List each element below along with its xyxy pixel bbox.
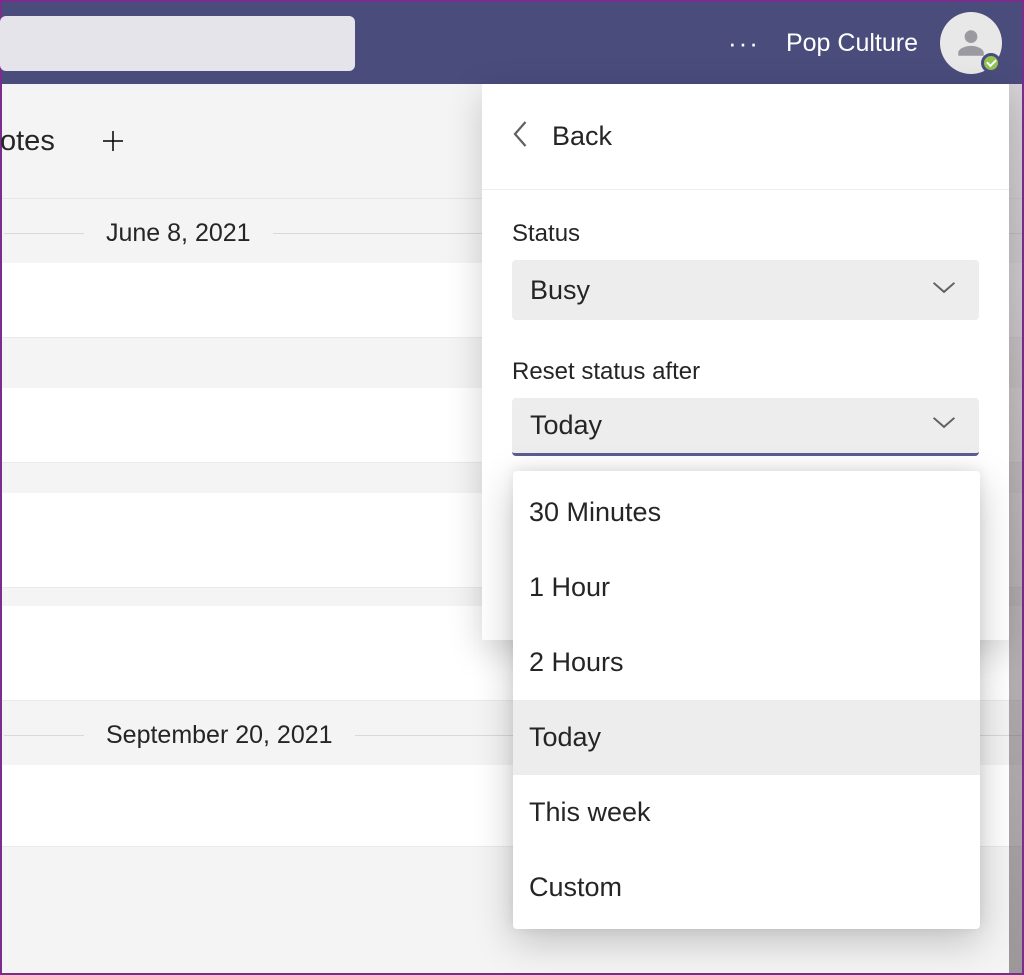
tab-notes[interactable]: otes — [0, 125, 55, 158]
status-select[interactable]: Busy — [512, 260, 979, 320]
background-image-edge — [1009, 84, 1022, 973]
reset-select-value: Today — [530, 410, 602, 441]
date-label: June 8, 2021 — [84, 219, 273, 248]
plus-icon — [98, 126, 128, 156]
reset-dropdown-list: 30 Minutes 1 Hour 2 Hours Today This wee… — [513, 471, 980, 929]
status-select-value: Busy — [530, 275, 590, 306]
reset-option-today[interactable]: Today — [513, 700, 980, 775]
chevron-left-icon — [512, 119, 530, 154]
status-field-label: Status — [512, 220, 979, 248]
date-label: September 20, 2021 — [84, 721, 355, 750]
chevron-down-icon — [931, 415, 957, 436]
reset-option-custom[interactable]: Custom — [513, 850, 980, 925]
search-input[interactable] — [0, 16, 355, 71]
tenant-label[interactable]: Pop Culture — [786, 29, 918, 58]
reset-option-2-hours[interactable]: 2 Hours — [513, 625, 980, 700]
ellipsis-icon: ··· — [728, 28, 760, 59]
reset-option-1-hour[interactable]: 1 Hour — [513, 550, 980, 625]
more-actions-button[interactable]: ··· — [722, 21, 766, 65]
profile-button[interactable] — [940, 12, 1002, 74]
content-area: otes June 8, 2021 September 20, 2021 Bac… — [2, 84, 1022, 973]
chevron-down-icon — [931, 280, 957, 301]
status-panel: Back Status Busy Reset status after Toda… — [482, 84, 1009, 640]
back-label: Back — [552, 121, 612, 152]
reset-select[interactable]: Today — [512, 398, 979, 456]
reset-option-this-week[interactable]: This week — [513, 775, 980, 850]
title-bar: ··· Pop Culture — [2, 2, 1022, 84]
back-button[interactable]: Back — [512, 119, 612, 154]
reset-option-30-minutes[interactable]: 30 Minutes — [513, 475, 980, 550]
reset-field-label: Reset status after — [512, 358, 979, 386]
add-tab-button[interactable] — [91, 119, 135, 163]
presence-available-icon — [981, 53, 1001, 73]
